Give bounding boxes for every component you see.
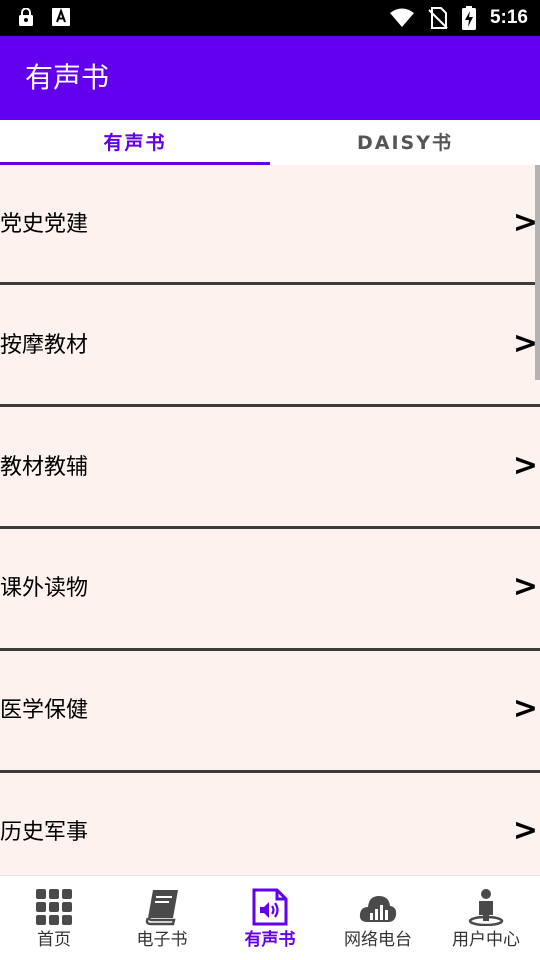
grid-icon (36, 889, 72, 925)
no-sim-icon (428, 7, 448, 29)
cloud-signal-icon (359, 896, 397, 922)
lock-icon (19, 8, 33, 26)
list-item-label: 教材教辅 (0, 455, 89, 480)
tab-audio-books[interactable]: 有声书 (0, 120, 270, 165)
nav-label: 首页 (37, 930, 71, 950)
list-item-label: 课外读物 (0, 576, 89, 601)
scrollbar[interactable] (535, 165, 540, 380)
wifi-icon (389, 8, 414, 27)
bottom-navigation: 首页 电子书 有声书 网络电台 用户中心 (0, 875, 540, 960)
list-item-massage-textbooks[interactable]: 按摩教材 > (0, 286, 540, 405)
nav-item-audio-books[interactable]: 有声书 (216, 876, 324, 960)
nav-label: 网络电台 (344, 930, 412, 950)
list-item-medical-health[interactable]: 医学保健 > (0, 651, 540, 770)
list-item-history-military[interactable]: 历史军事 > (0, 773, 540, 875)
status-left-icons (18, 8, 70, 26)
nav-item-radio[interactable]: 网络电台 (324, 876, 432, 960)
list-item-label: 历史军事 (0, 820, 89, 845)
list-item-extracurricular-reading[interactable]: 课外读物 > (0, 529, 540, 648)
nav-item-home[interactable]: 首页 (0, 876, 108, 960)
list-item-label: 按摩教材 (0, 333, 89, 358)
nav-label: 用户中心 (452, 930, 520, 950)
tab-bar: 有声书 DAISY书 (0, 120, 540, 165)
chevron-right-icon: > (512, 691, 538, 726)
tab-daisy-books[interactable]: DAISY书 (270, 120, 540, 165)
chevron-right-icon: > (512, 448, 538, 483)
list-item-party-history[interactable]: 党史党建 > (0, 165, 540, 284)
chevron-right-icon: > (512, 569, 538, 604)
audio-book-icon (252, 888, 288, 926)
list-item-label: 党史党建 (0, 212, 89, 237)
nav-label: 有声书 (244, 930, 296, 950)
status-bar: 5:16 (0, 0, 540, 36)
status-time: 5:16 (489, 7, 528, 28)
list-item-teaching-materials[interactable]: 教材教辅 > (0, 408, 540, 527)
book-icon (145, 890, 178, 926)
user-icon (468, 889, 504, 926)
divider (0, 282, 540, 285)
font-a-icon (52, 8, 70, 26)
list-item-label: 医学保健 (0, 698, 89, 723)
app-bar: 有声书 (0, 36, 540, 120)
status-right-icons: 5:16 (389, 6, 528, 30)
category-list[interactable]: 党史党建 > 按摩教材 > 教材教辅 > 课外读物 > 医学保健 > 历史军事 … (0, 165, 540, 875)
chevron-right-icon: > (512, 813, 538, 848)
battery-charging-icon (461, 6, 476, 30)
nav-label: 电子书 (136, 930, 188, 950)
divider (0, 404, 540, 407)
page-title: 有声书 (25, 61, 110, 94)
nav-item-user-center[interactable]: 用户中心 (432, 876, 540, 960)
nav-item-ebooks[interactable]: 电子书 (108, 876, 216, 960)
